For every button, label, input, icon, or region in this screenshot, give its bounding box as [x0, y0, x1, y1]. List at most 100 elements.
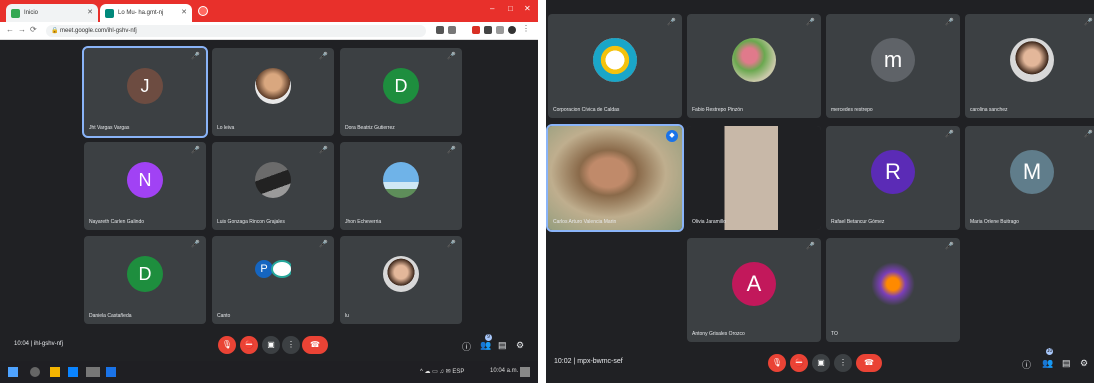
participant-tile[interactable]: 🎤 D Daniela Castañeda — [84, 236, 206, 324]
profile-icon[interactable] — [508, 26, 516, 34]
tab-label: Lo Mu- ha.gmt-nj — [118, 10, 164, 16]
tab-label: Inicio — [24, 10, 39, 16]
participant-name: Corporacion Cívica de Caldas — [553, 107, 620, 113]
menu-icon[interactable]: ⋮ — [522, 24, 530, 33]
participant-tile[interactable]: 🎤 N Nayareth Carlen Galindo — [84, 142, 206, 230]
participant-name: Nayareth Carlen Galindo — [89, 219, 145, 225]
url-input[interactable]: 🔒 meet.google.com/ihl-gshv-nfj — [46, 25, 426, 37]
mic-muted-icon: 🎤 — [191, 53, 200, 60]
mail-icon[interactable] — [68, 367, 78, 377]
participant-tile[interactable]: 🎤 J Jht Vargas Vargas — [82, 46, 208, 138]
participant-tile[interactable]: 🎤 TO — [826, 238, 960, 342]
people-icon[interactable]: 👥 — [480, 340, 491, 351]
forward-icon[interactable]: → — [18, 25, 26, 34]
participant-name: mercedes restrepo — [831, 107, 873, 113]
activities-icon[interactable]: ⚙ — [516, 340, 524, 351]
logo-p-image: P — [255, 256, 291, 292]
browser-tab[interactable]: Inicio ✕ — [6, 4, 98, 22]
present-icon[interactable]: ▣ — [812, 354, 830, 372]
participant-name: Dora Beatriz Gutierrez — [345, 125, 395, 131]
participant-tile[interactable]: 🎤 Jhon Echeverria — [340, 142, 462, 230]
avatar: D — [127, 256, 163, 292]
close-icon[interactable]: ✕ — [87, 4, 93, 22]
search-icon[interactable] — [30, 367, 40, 377]
participant-tile[interactable]: 🎤 Fabio Restrepo Pinzón — [687, 14, 821, 118]
more-icon[interactable]: ⋮ — [834, 354, 852, 372]
mic-muted-icon: 🎤 — [319, 241, 328, 248]
mic-muted-icon: 🎤 — [319, 53, 328, 60]
mic-off-icon[interactable]: 🎙 — [768, 354, 786, 372]
participant-tile[interactable]: 🎤 D Dora Beatriz Gutierrez — [340, 48, 462, 136]
back-icon[interactable]: ← — [6, 25, 14, 34]
notifications-icon[interactable] — [520, 367, 530, 377]
participant-tile[interactable]: 🎤◆Carlos Arturo Valencia Marin — [546, 124, 684, 232]
landscape-image — [383, 162, 419, 198]
participant-tile[interactable]: 🎤 R Rafael Betancur Gómez — [826, 126, 960, 230]
participant-name: Rafael Betancur Gómez — [831, 219, 885, 225]
participant-tile[interactable]: 🎤 Luis Gonzaga Rincon Grajales — [212, 142, 334, 230]
file-explorer-icon[interactable] — [50, 367, 60, 377]
participant-tile[interactable]: 🎤 m mercedes restrepo — [826, 14, 960, 118]
recording-icon — [198, 6, 208, 16]
speaking-indicator-icon: ◆ — [666, 130, 678, 142]
maximize-icon[interactable]: □ — [508, 4, 513, 13]
left-screenshot: Inicio ✕ Lo Mu- ha.gmt-nj ✕ + – □ ✕ ← → … — [0, 0, 538, 383]
participant-name: Daniela Castañeda — [89, 313, 132, 319]
participant-tile[interactable]: 🎤 M Maria Orlene Buitrago — [965, 126, 1094, 230]
mic-off-icon[interactable]: 🎙 — [218, 336, 236, 354]
people-icon[interactable]: 👥 — [1042, 358, 1053, 369]
cast-icon[interactable] — [436, 26, 444, 34]
participant-tile[interactable]: 🎤 lu — [340, 236, 462, 324]
tab-favicon-icon — [11, 9, 20, 18]
activities-icon[interactable]: ⚙ — [1080, 358, 1088, 369]
logo-circle-image — [593, 38, 637, 82]
mic-muted-icon: 🎤 — [447, 241, 456, 248]
mic-muted-icon: 🎤 — [191, 147, 200, 154]
participant-tile[interactable]: 🎤 carolina sanchez — [965, 14, 1094, 118]
end-call-icon[interactable]: ☎ — [302, 336, 328, 354]
participant-tile[interactable]: 🎤 Corporacion Cívica de Caldas — [548, 14, 682, 118]
extension-icon[interactable] — [484, 26, 492, 34]
more-icon[interactable]: ⋮ — [282, 336, 300, 354]
chat-icon[interactable]: ▤ — [1062, 358, 1071, 369]
avatar: J — [127, 68, 163, 104]
participant-tile[interactable]: 🎤Olivia Jaramillo — [687, 126, 821, 230]
reload-icon[interactable]: ⟳ — [30, 25, 37, 34]
info-icon[interactable]: ⓘ — [1022, 358, 1031, 371]
people-count-badge: 9 — [485, 334, 492, 341]
mic-muted-icon: 🎤 — [447, 53, 456, 60]
people-count-badge: 10 — [1046, 348, 1053, 355]
tray-icons: ^ ☁ ▭ ♫ ✉ ESP — [420, 369, 465, 375]
cam-off-icon[interactable]: ⛔ — [790, 354, 808, 372]
participant-tile[interactable]: 🎤 A Antony Grisales Orozco — [687, 238, 821, 342]
participant-name: Lo leiva — [217, 125, 235, 131]
new-tab-icon[interactable]: + — [178, 3, 184, 14]
participant-name: Canto — [217, 313, 231, 319]
avatar: M — [1010, 150, 1054, 194]
chrome-icon[interactable] — [86, 367, 100, 377]
participant-tile[interactable]: 🎤 P Canto — [212, 236, 334, 324]
participant-name: lu — [345, 313, 349, 319]
participant-name: Carlos Arturo Valencia Marin — [553, 219, 617, 225]
mic-muted-icon: 🎤 — [806, 19, 815, 26]
minimize-icon[interactable]: – — [490, 4, 494, 13]
mic-muted-icon: 🎤 — [806, 243, 815, 250]
mic-muted-icon: 🎤 — [447, 147, 456, 154]
extension-icon[interactable] — [496, 26, 504, 34]
close-window-icon[interactable]: ✕ — [524, 4, 531, 13]
info-icon[interactable]: ⓘ — [462, 340, 471, 353]
extension-icon[interactable] — [472, 26, 480, 34]
participant-name: TO — [831, 331, 838, 337]
end-call-icon[interactable]: ☎ — [856, 354, 882, 372]
present-icon[interactable]: ▣ — [262, 336, 280, 354]
flowers-image — [732, 38, 776, 82]
mic-muted-icon: 🎤 — [319, 147, 328, 154]
cam-off-icon[interactable]: ⛔ — [240, 336, 258, 354]
star-icon[interactable] — [448, 26, 456, 34]
word-icon[interactable] — [106, 367, 116, 377]
windows-taskbar: ^ ☁ ▭ ♫ ✉ ESP 10:04 a.m. — [0, 361, 538, 383]
participant-tile[interactable]: 🎤 Lo leiva — [212, 48, 334, 136]
avatar: N — [127, 162, 163, 198]
chat-icon[interactable]: ▤ — [498, 340, 507, 351]
windows-start-icon[interactable] — [8, 367, 18, 377]
